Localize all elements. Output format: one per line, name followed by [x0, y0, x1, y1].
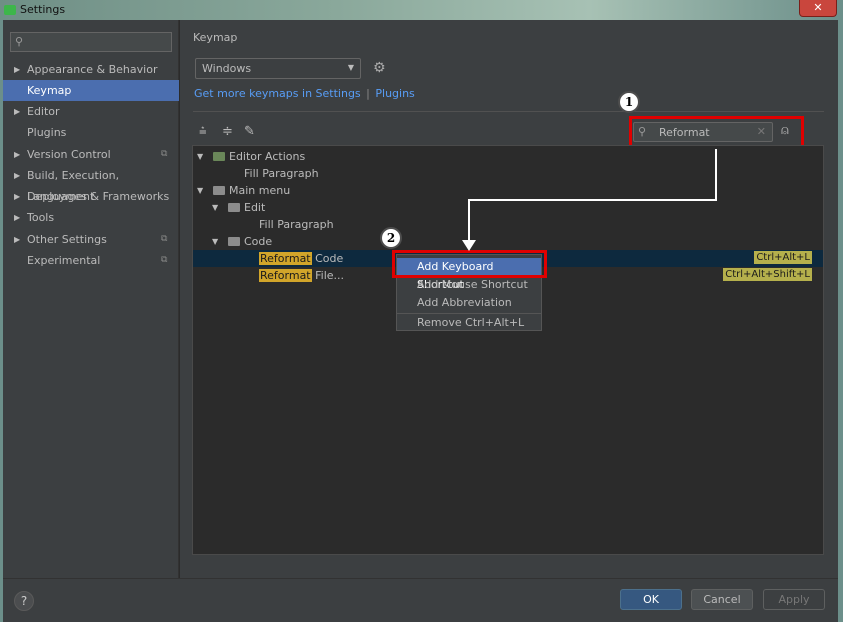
keymap-tree: ▼ Editor Actions Fill Paragraph ▼ Main m…	[192, 145, 824, 555]
folder-icon	[228, 203, 240, 212]
annotation-badge-1: 1	[618, 91, 640, 113]
sidebar-item-build[interactable]: ▶ Build, Execution, Deployment	[3, 165, 179, 203]
annotation-connector	[715, 149, 717, 200]
sidebar-item-label: Appearance & Behavior	[27, 63, 158, 76]
expand-all-icon[interactable]: ⩮	[199, 124, 207, 139]
settings-sidebar: ⚲ ▶ Appearance & Behavior Keymap ▶ Edito…	[3, 20, 179, 578]
sidebar-item-label: Other Settings	[27, 233, 107, 246]
sidebar-item-appearance[interactable]: ▶ Appearance & Behavior	[3, 59, 179, 80]
folder-icon	[228, 237, 240, 246]
dialog-footer: ? OK Cancel Apply	[3, 578, 838, 622]
sidebar-item-plugins[interactable]: Plugins	[3, 122, 179, 143]
chevron-down-icon: ▼	[347, 63, 354, 72]
search-match: Reformat	[259, 252, 312, 265]
search-icon: ⚲	[15, 35, 24, 48]
tree-row-fill-paragraph-edit[interactable]: Fill Paragraph	[193, 216, 823, 233]
annotation-connector	[468, 199, 717, 201]
chevron-right-icon: ▶	[14, 213, 21, 222]
chevron-right-icon: ▶	[14, 65, 21, 74]
app-icon	[4, 5, 16, 15]
editor-actions-icon	[213, 152, 225, 161]
menu-item-remove-shortcut[interactable]: Remove Ctrl+Alt+L	[397, 314, 541, 332]
sidebar-item-version-control[interactable]: ▶ Version Control ⧉	[3, 144, 179, 165]
menu-item-add-mouse-shortcut[interactable]: Add Mouse Shortcut	[397, 276, 541, 294]
keymap-links: Get more keymaps in Settings | Plugins	[194, 87, 415, 100]
tree-row-label-rest: Code	[311, 252, 344, 265]
arrow-down-icon	[462, 240, 476, 251]
menu-item-add-abbreviation[interactable]: Add Abbreviation	[397, 294, 541, 312]
gear-icon[interactable]: ⚙	[373, 60, 386, 76]
folder-icon	[213, 186, 225, 195]
ok-button[interactable]: OK	[620, 589, 682, 610]
chevron-down-icon[interactable]: ▼	[212, 199, 218, 216]
keymap-select[interactable]: Windows ▼	[195, 58, 361, 79]
window-title: Settings	[20, 3, 66, 16]
sidebar-item-label: Editor	[27, 105, 60, 118]
tree-row-label-rest: File...	[311, 269, 345, 282]
tree-row-label: Main menu	[229, 184, 291, 197]
settings-search-input[interactable]: ⚲	[10, 32, 172, 52]
tree-row-label: Reformat File...	[259, 267, 344, 284]
window-frame-right	[838, 20, 843, 622]
sidebar-item-label: Languages & Frameworks	[27, 190, 170, 203]
sidebar-item-label: Experimental	[27, 254, 101, 267]
page-title: Keymap	[193, 31, 238, 44]
chevron-right-icon: ▶	[14, 192, 21, 201]
plugins-link[interactable]: Plugins	[375, 87, 414, 100]
search-match: Reformat	[259, 269, 312, 282]
tree-row-label: Edit	[244, 201, 266, 214]
sidebar-item-label: Tools	[27, 211, 55, 224]
collapse-all-icon[interactable]: ≑	[222, 124, 233, 139]
link-separator: |	[366, 87, 370, 100]
tree-row-label: Fill Paragraph	[259, 218, 334, 231]
help-button[interactable]: ?	[14, 591, 34, 611]
annotation-badge-2: 2	[380, 227, 402, 249]
chevron-down-icon[interactable]: ▼	[197, 148, 203, 165]
annotation-highlight-menu	[392, 250, 547, 278]
tree-row-label: Reformat Code	[259, 250, 343, 267]
sidebar-item-languages[interactable]: ▶ Languages & Frameworks	[3, 186, 179, 207]
sidebar-item-label: Version Control	[27, 148, 111, 161]
tree-row-label: Fill Paragraph	[244, 167, 319, 180]
tree-row-fill-paragraph[interactable]: Fill Paragraph	[193, 165, 823, 182]
close-icon[interactable]: ✕	[799, 0, 837, 17]
divider	[193, 111, 824, 112]
apply-button[interactable]: Apply	[763, 589, 825, 610]
shortcut-badge: Ctrl+Alt+Shift+L	[723, 268, 812, 281]
tree-row-label: Code	[244, 235, 273, 248]
project-scope-icon: ⧉	[161, 149, 168, 159]
tree-row-main-menu[interactable]: ▼ Main menu	[193, 182, 823, 199]
window-titlebar: Settings ✕	[0, 0, 843, 20]
chevron-down-icon[interactable]: ▼	[197, 182, 203, 199]
cancel-button[interactable]: Cancel	[691, 589, 753, 610]
sidebar-item-keymap[interactable]: Keymap	[3, 80, 179, 101]
chevron-down-icon[interactable]: ▼	[212, 233, 218, 250]
annotation-connector	[468, 199, 470, 244]
tree-row-editor-actions[interactable]: ▼ Editor Actions	[193, 148, 823, 165]
sidebar-item-experimental[interactable]: Experimental ⧉	[3, 250, 179, 271]
keymap-select-value: Windows	[202, 62, 252, 75]
sidebar-item-editor[interactable]: ▶ Editor	[3, 101, 179, 122]
tree-row-code[interactable]: ▼ Code	[193, 233, 823, 250]
tree-row-label: Editor Actions	[229, 150, 306, 163]
shortcut-badge: Ctrl+Alt+L	[754, 251, 812, 264]
project-scope-icon: ⧉	[161, 234, 168, 244]
tree-row-edit[interactable]: ▼ Edit	[193, 199, 823, 216]
edit-pencil-icon[interactable]: ✎	[244, 124, 255, 139]
chevron-right-icon: ▶	[14, 150, 21, 159]
sidebar-item-label: Plugins	[27, 126, 67, 139]
sidebar-item-label: Keymap	[27, 84, 72, 97]
project-scope-icon: ⧉	[161, 255, 168, 265]
chevron-right-icon: ▶	[14, 107, 21, 116]
sidebar-item-tools[interactable]: ▶ Tools	[3, 207, 179, 228]
chevron-right-icon: ▶	[14, 171, 21, 180]
get-more-keymaps-link[interactable]: Get more keymaps in Settings	[194, 87, 361, 100]
sidebar-item-other-settings[interactable]: ▶ Other Settings ⧉	[3, 229, 179, 250]
chevron-right-icon: ▶	[14, 235, 21, 244]
